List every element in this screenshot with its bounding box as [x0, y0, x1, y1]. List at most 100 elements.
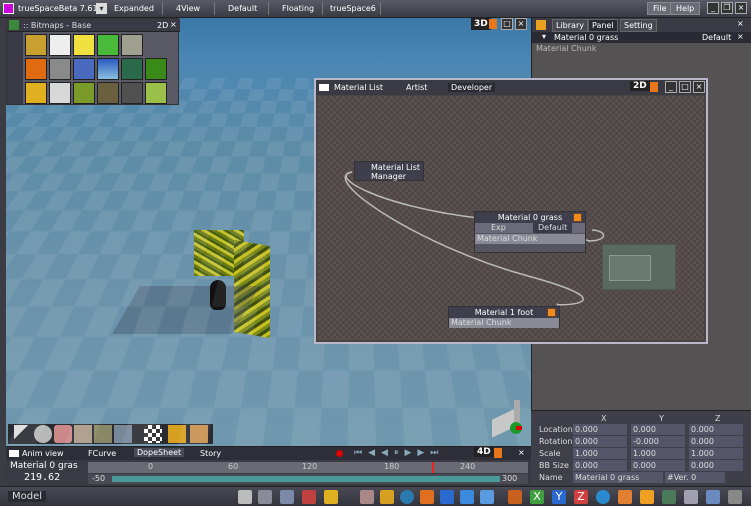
cube-icon[interactable] — [440, 490, 454, 504]
close-icon[interactable]: × — [735, 2, 747, 14]
rotation-y-field[interactable]: -0.000 — [631, 436, 685, 447]
scale-x-field[interactable]: 1.000 — [573, 448, 627, 459]
leaf2-thumb[interactable] — [145, 82, 167, 104]
close-viewport-icon[interactable]: × — [515, 18, 527, 30]
material-list-manager-node[interactable]: Material List Manager — [354, 161, 424, 181]
camera-icon[interactable] — [94, 425, 112, 443]
help-menu[interactable]: Help — [670, 2, 701, 15]
range-slider[interactable] — [112, 476, 500, 482]
location-z-field[interactable]: 0.000 — [689, 424, 743, 435]
dirt-thumb[interactable] — [97, 82, 119, 104]
anim-time[interactable]: 219.62 — [24, 472, 60, 483]
paint-icon[interactable] — [380, 490, 394, 504]
x-axis-icon[interactable]: X — [530, 490, 544, 504]
chevron-down-icon[interactable]: ▾ — [542, 32, 546, 41]
bbsize-z-field[interactable]: 0.000 — [689, 460, 743, 471]
close-icon[interactable]: × — [737, 19, 744, 28]
layers-icon[interactable] — [258, 490, 272, 504]
sweep-icon[interactable] — [420, 490, 434, 504]
default-tab[interactable]: Default — [533, 223, 573, 233]
settings-icon[interactable] — [728, 490, 742, 504]
tab-fcurve[interactable]: FCurve — [88, 449, 116, 458]
water-thumb[interactable] — [73, 58, 95, 80]
material-graph[interactable]: Material List Manager Material 0 grass E… — [318, 96, 704, 340]
objects-icon[interactable] — [302, 490, 316, 504]
y-axis-icon[interactable]: Y — [552, 490, 566, 504]
exp-label[interactable]: Exp — [491, 223, 506, 233]
scale-icon[interactable] — [618, 490, 632, 504]
location-x-field[interactable]: 0.000 — [573, 424, 627, 435]
maximize-icon[interactable]: □ — [501, 18, 513, 30]
fire-thumb[interactable] — [25, 58, 47, 80]
tab-setting[interactable]: Setting — [620, 19, 657, 32]
cone-icon[interactable] — [480, 490, 494, 504]
tab-expanded[interactable]: Expanded — [114, 4, 154, 13]
foot-thumb[interactable] — [49, 34, 71, 56]
rotate-icon[interactable] — [596, 490, 610, 504]
select-arrow-icon[interactable] — [14, 425, 32, 443]
bitmaps-mode[interactable]: 2D — [157, 21, 168, 30]
rotation-z-field[interactable]: 0.000 — [689, 436, 743, 447]
restore-icon[interactable]: ❐ — [721, 2, 733, 14]
scale-z-field[interactable]: 1.000 — [689, 448, 743, 459]
z-axis-icon[interactable]: Z — [574, 490, 588, 504]
render-icon[interactable] — [706, 490, 720, 504]
scale-icon[interactable] — [74, 425, 92, 443]
panel-item-header[interactable]: ▾ Material 0 grass Default × — [532, 32, 751, 43]
rotation-x-field[interactable]: 0.000 — [573, 436, 627, 447]
material-grass-node[interactable]: Material 0 grass Exp Default Material Ch… — [474, 211, 586, 253]
chevron-down-icon[interactable]: ▾ — [96, 3, 107, 14]
playback-controls[interactable]: ⏮◀◀⏸▶▶⏭ — [354, 448, 444, 458]
lathe-icon[interactable] — [400, 490, 414, 504]
name-field[interactable]: Material 0 grass — [573, 472, 663, 483]
material-foot-node[interactable]: Material 1 foot Material Chunk — [448, 306, 560, 328]
cylinder-icon[interactable] — [460, 490, 474, 504]
orange-square-icon[interactable] — [573, 213, 582, 222]
lock-icon[interactable] — [324, 490, 338, 504]
tab-dopesheet[interactable]: DopeSheet — [134, 448, 185, 457]
tab-truespace6[interactable]: trueSpace6 — [330, 4, 376, 13]
walk-icon[interactable] — [114, 425, 132, 443]
tab-story[interactable]: Story — [200, 449, 221, 458]
metal-thumb[interactable] — [121, 82, 143, 104]
lava-thumb[interactable] — [25, 82, 47, 104]
playhead[interactable] — [432, 462, 434, 473]
close-icon[interactable]: × — [518, 448, 525, 457]
record-icon[interactable] — [336, 450, 343, 457]
orange-square-icon[interactable] — [547, 308, 556, 317]
maximize-icon[interactable]: □ — [679, 81, 691, 93]
checker-icon[interactable] — [144, 425, 162, 443]
range-bar[interactable]: -50 300 — [88, 474, 528, 484]
ball-thumb[interactable] — [145, 58, 167, 80]
minimize-icon[interactable]: _ — [707, 2, 719, 14]
tab-4view[interactable]: 4View — [176, 4, 200, 13]
bbsize-y-field[interactable]: 0.000 — [631, 460, 685, 471]
tab-artist[interactable]: Artist — [406, 83, 427, 92]
key-thumb[interactable] — [73, 34, 95, 56]
foot-print[interactable] — [210, 280, 226, 310]
tab-panel[interactable]: Panel — [588, 19, 618, 32]
grass-thumb[interactable] — [73, 82, 95, 104]
axis-gizmo[interactable] — [486, 396, 524, 440]
stone-thumb[interactable] — [121, 34, 143, 56]
cloud-thumb[interactable] — [49, 82, 71, 104]
tab-library[interactable]: Library — [552, 19, 588, 32]
display-icon[interactable] — [280, 490, 294, 504]
file-menu[interactable]: File — [647, 2, 673, 15]
rotate-icon[interactable] — [54, 425, 72, 443]
minimize-icon[interactable]: _ — [665, 81, 677, 93]
tiles-thumb[interactable] — [49, 58, 71, 80]
move-icon[interactable] — [34, 425, 52, 443]
close-icon[interactable]: × — [170, 20, 177, 29]
tree-thumb[interactable] — [121, 58, 143, 80]
grid-icon[interactable] — [684, 490, 698, 504]
timeline-ruler[interactable]: 0 60 120 180 240 — [88, 462, 528, 473]
close-icon[interactable]: × — [737, 32, 744, 41]
folder-thumb[interactable] — [25, 34, 47, 56]
location-y-field[interactable]: 0.000 — [631, 424, 685, 435]
tab-default[interactable]: Default — [228, 4, 257, 13]
move-axis-icon[interactable] — [508, 490, 522, 504]
box-icon[interactable] — [640, 490, 654, 504]
render-icon[interactable] — [190, 425, 208, 443]
tab-developer[interactable]: Developer — [448, 83, 496, 92]
